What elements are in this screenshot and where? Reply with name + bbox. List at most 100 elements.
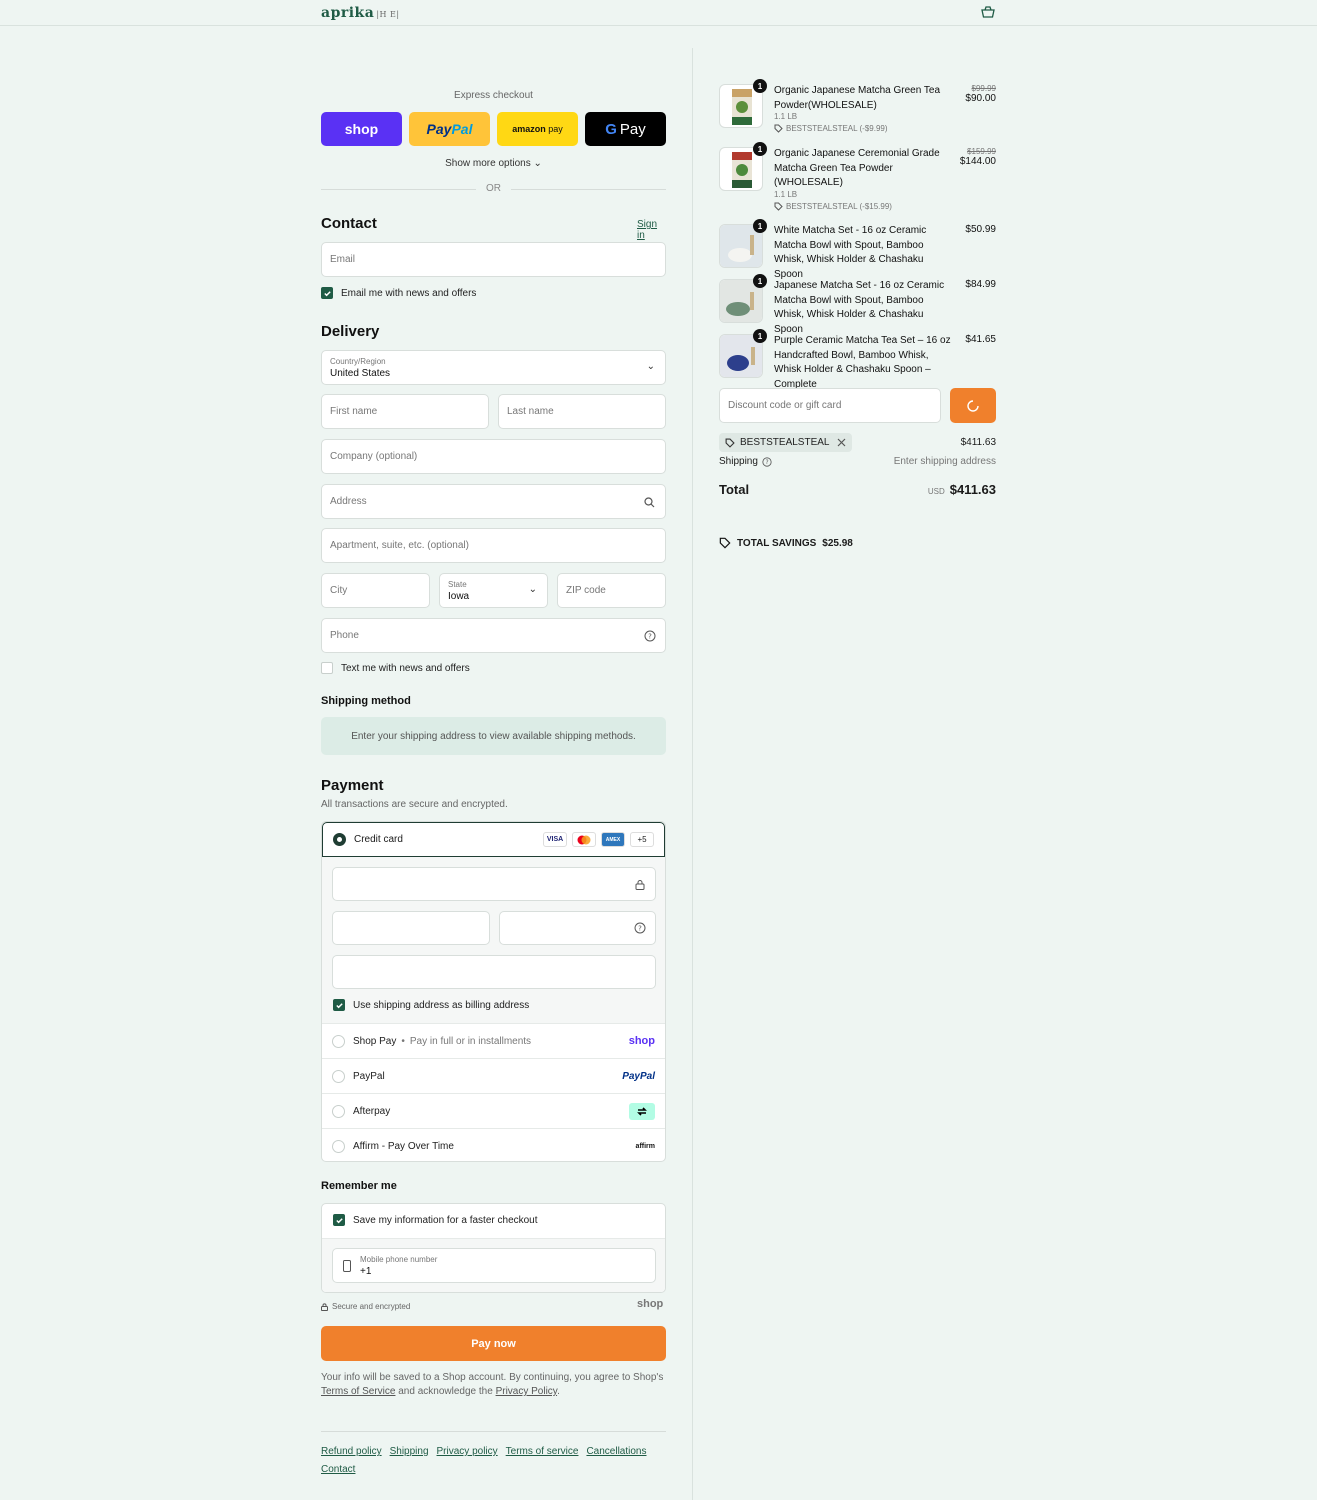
close-icon[interactable] — [837, 438, 846, 447]
visa-icon: VISA — [543, 832, 567, 847]
contact-heading: Contact — [321, 215, 377, 232]
shop-pay-logo: shop — [628, 1035, 655, 1047]
help-icon[interactable]: ? — [634, 922, 646, 934]
radio-unselected-icon[interactable] — [332, 1034, 345, 1048]
cancellations-link[interactable]: Cancellations — [586, 1446, 646, 1457]
pay-now-button[interactable]: Pay now — [321, 1326, 666, 1361]
paypal-option[interactable]: PayPal PayPal — [322, 1058, 665, 1093]
top-bar: aprika |H E| — [0, 0, 1317, 26]
tag-icon — [774, 124, 783, 133]
email-field[interactable]: Email — [321, 242, 666, 277]
shipping-method-notice: Enter your shipping address to view avai… — [321, 717, 666, 755]
store-logo[interactable]: aprika |H E| — [321, 5, 400, 21]
state-select[interactable]: State Iowa ⌄ — [439, 573, 548, 608]
shipping-link[interactable]: Shipping — [390, 1446, 429, 1457]
checkbox-unchecked-icon[interactable] — [321, 662, 333, 674]
loading-spinner-icon — [967, 399, 979, 412]
apartment-field[interactable]: Apartment, suite, etc. (optional) — [321, 528, 666, 563]
product-discount: BESTSTEALSTEAL (-$9.99) — [774, 124, 888, 133]
shop-pay-express-button[interactable]: shop — [321, 112, 402, 146]
shop-pay-option[interactable]: Shop Pay • Pay in full or in installments … — [322, 1023, 665, 1058]
email-news-checkbox-row[interactable]: Email me with news and offers — [321, 287, 476, 299]
paypal-express-button[interactable]: Pay Pal — [409, 112, 490, 146]
help-icon[interactable]: ? — [762, 456, 772, 467]
afterpay-option[interactable]: Afterpay — [322, 1093, 665, 1128]
quantity-badge: 1 — [753, 142, 767, 156]
svg-text:?: ? — [638, 925, 642, 933]
quantity-badge: 1 — [753, 79, 767, 93]
svg-text:?: ? — [765, 460, 768, 466]
radio-unselected-icon[interactable] — [332, 1104, 345, 1118]
discount-code-field[interactable]: Discount code or gift card — [719, 388, 941, 423]
quantity-badge: 1 — [753, 274, 767, 288]
company-field[interactable]: Company (optional) — [321, 439, 666, 474]
card-number-field[interactable] — [332, 867, 656, 901]
terms-of-service-link[interactable]: Terms of Service — [321, 1386, 395, 1397]
google-pay-express-button[interactable]: G Pay — [585, 112, 666, 146]
security-code-field[interactable]: ? — [499, 911, 656, 945]
quantity-badge: 1 — [753, 329, 767, 343]
checkbox-checked-icon[interactable] — [321, 287, 333, 299]
credit-card-option[interactable]: Credit card VISA AMEX +5 — [322, 822, 665, 857]
help-icon[interactable]: ? — [644, 630, 656, 642]
affirm-logo: affirm — [635, 1142, 655, 1150]
phone-field[interactable]: Phone ? — [321, 618, 666, 653]
shipping-method-heading: Shipping method — [321, 695, 411, 707]
expiration-date-field[interactable] — [332, 911, 490, 945]
payment-subtitle: All transactions are secure and encrypte… — [321, 799, 508, 810]
credit-card-form: ? Use shipping address as billing addres… — [322, 857, 665, 1023]
apply-discount-button[interactable] — [950, 388, 996, 423]
lock-icon — [635, 880, 645, 890]
contact-link[interactable]: Contact — [321, 1464, 355, 1475]
product-name: White Matcha Set - 16 oz Ceramic Matcha … — [774, 225, 927, 280]
remember-me-heading: Remember me — [321, 1180, 397, 1192]
checkbox-checked-icon[interactable] — [333, 999, 345, 1011]
privacy-policy-link[interactable]: Privacy policy — [437, 1446, 498, 1457]
payment-heading: Payment — [321, 777, 384, 794]
save-info-checkbox-row[interactable]: Save my information for a faster checkou… — [333, 1214, 538, 1226]
chevron-down-icon: ⌄ — [533, 158, 542, 169]
address-field[interactable]: Address — [321, 484, 666, 519]
cart-icon[interactable] — [981, 6, 995, 18]
secure-notice: Secure and encrypted — [321, 1302, 410, 1311]
name-on-card-field[interactable] — [332, 955, 656, 989]
subtotal-value: $411.63 — [960, 437, 996, 448]
total-amount: USD $411.63 — [927, 482, 996, 497]
terms-of-service-link[interactable]: Terms of service — [506, 1446, 579, 1457]
first-name-field[interactable]: First name — [321, 394, 489, 429]
text-news-checkbox-row[interactable]: Text me with news and offers — [321, 662, 470, 674]
delivery-heading: Delivery — [321, 323, 380, 340]
radio-unselected-icon[interactable] — [332, 1139, 345, 1153]
chevron-down-icon: ⌄ — [646, 361, 655, 372]
product-name: Organic Japanese Matcha Green Tea Powder… — [774, 85, 941, 111]
radio-selected-icon[interactable] — [333, 833, 346, 846]
payment-methods: Credit card VISA AMEX +5 ? Use shipping … — [321, 821, 666, 1162]
footer-divider — [321, 1431, 666, 1432]
checkbox-checked-icon[interactable] — [333, 1214, 345, 1226]
affirm-option[interactable]: Affirm - Pay Over Time affirm — [322, 1128, 665, 1161]
mastercard-icon — [572, 832, 596, 847]
amex-icon: AMEX — [601, 832, 625, 847]
privacy-policy-link[interactable]: Privacy Policy — [496, 1386, 558, 1397]
last-name-field[interactable]: Last name — [498, 394, 666, 429]
show-more-options-link[interactable]: Show more options ⌄ — [321, 158, 666, 169]
shipping-value: Enter shipping address — [893, 456, 996, 467]
mobile-phone-field[interactable]: Mobile phone number +1 — [332, 1248, 656, 1283]
column-divider — [692, 48, 693, 1500]
country-select[interactable]: Country/Region United States ⌄ — [321, 350, 666, 385]
product-price: $84.99 — [965, 279, 996, 290]
billing-address-checkbox-row[interactable]: Use shipping address as billing address — [333, 999, 529, 1011]
product-name: Organic Japanese Ceremonial Grade Matcha… — [774, 148, 940, 188]
refund-policy-link[interactable]: Refund policy — [321, 1446, 382, 1457]
city-field[interactable]: City — [321, 573, 430, 608]
svg-text:?: ? — [648, 633, 652, 641]
paypal-logo: PayPal — [622, 1070, 655, 1082]
zip-code-field[interactable]: ZIP code — [557, 573, 666, 608]
total-savings: TOTAL SAVINGS $25.98 — [719, 537, 853, 549]
chevron-down-icon: ⌄ — [528, 584, 537, 595]
radio-unselected-icon[interactable] — [332, 1069, 345, 1083]
legal-text: Your info will be saved to a Shop accoun… — [321, 1372, 664, 1397]
tag-icon — [774, 202, 783, 211]
sign-in-link[interactable]: Sign in — [637, 219, 666, 241]
amazon-pay-express-button[interactable]: amazon pay — [497, 112, 578, 146]
